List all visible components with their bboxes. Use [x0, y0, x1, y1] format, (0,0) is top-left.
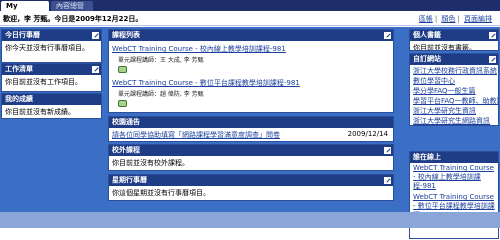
- chat-icon[interactable]: [118, 66, 127, 73]
- course-item: WebCT Training Course - 校內線上教學培訓課程-981 單…: [112, 44, 390, 75]
- panel-todo: 工作清單 你目前並沒有工作項目。: [1, 63, 102, 92]
- link-item[interactable]: 數位學習中心: [413, 76, 495, 86]
- edit-icon[interactable]: [383, 31, 392, 40]
- edit-icon[interactable]: [488, 55, 497, 64]
- panel-today-title: 今日行事曆: [2, 30, 101, 41]
- link-page-layout[interactable]: 頁面編排: [464, 15, 492, 23]
- news-date: 2009/12/14: [347, 130, 388, 138]
- user-greeting: 歡迎，李 芳甄。今日是2009年12月22日。: [3, 15, 143, 23]
- week-message: 你這個星期並沒有行事曆項目。: [112, 189, 210, 197]
- main-area: 今日行事曆 你今天並沒有行事曆項目。 工作清單 你目前並沒有工作項目。 我的成績…: [0, 27, 500, 239]
- link-color[interactable]: 顏色: [441, 15, 455, 23]
- top-tab-bar: My WebCT 內容總管: [0, 0, 500, 20]
- footer-band: [0, 212, 500, 228]
- page-header: 歡迎，李 芳甄。今日是2009年12月22日。 區帳 | 顏色 | 頁面編排: [0, 11, 500, 26]
- link-item[interactable]: 學習平台FAQ一教師、助教篇: [413, 96, 498, 106]
- link-item[interactable]: 浙江大學研究生資訊: [413, 106, 495, 116]
- panel-todo-title: 工作清單: [2, 64, 101, 75]
- tab-content-manager[interactable]: 內容總管: [51, 1, 93, 11]
- panel-external-courses: 校外課程 你目前並沒有校外課程。: [108, 144, 394, 171]
- panel-course-list: 課程列表 WebCT Training Course - 校內線上教學培訓課程-…: [108, 29, 394, 113]
- edit-icon[interactable]: [488, 31, 497, 40]
- panel-week-title: 星期行事曆: [109, 175, 393, 186]
- tab-my-webct[interactable]: My WebCT: [1, 1, 49, 20]
- panel-grades-title: 我的成績: [2, 94, 101, 105]
- course-link[interactable]: WebCT Training Course - 校內線上教學培訓課程-981: [112, 44, 390, 54]
- news-link[interactable]: 請各位同學協助填寫「網路課程學習滿意度調查」問卷: [112, 131, 280, 139]
- bookmarks-message: 你目前並沒有書籤。: [413, 44, 476, 51]
- panel-external-title: 校外課程: [109, 145, 393, 156]
- panel-today-calendar: 今日行事曆 你今天並沒有行事曆項目。: [1, 29, 102, 63]
- edit-icon[interactable]: [91, 65, 100, 74]
- online-item[interactable]: WebCT Training Course - 校內線上教學培訓課程-981: [413, 164, 495, 191]
- panel-bookmarks-title: 個人書籤: [410, 30, 498, 41]
- panel-course-title: 課程列表: [109, 30, 393, 41]
- edit-icon[interactable]: [91, 31, 100, 40]
- panel-week-calendar: 星期行事曆 你這個星期並沒有行事曆項目。: [108, 174, 394, 201]
- course-link[interactable]: WebCT Training Course - 數位平台課程教學培訓課程-981: [112, 78, 390, 88]
- course-item: WebCT Training Course - 數位平台課程教學培訓課程-981…: [112, 78, 390, 109]
- grades-message: 你目前並沒有新成績。: [5, 108, 75, 116]
- today-message: 你今天並沒有行事曆項目。: [5, 44, 89, 52]
- chat-icon[interactable]: [118, 100, 127, 107]
- edit-icon[interactable]: [383, 176, 392, 185]
- news-item: 請各位同學協助填寫「網路課程學習滿意度調查」問卷 2009/12/14: [112, 130, 390, 140]
- panel-links-title: 自訂網站: [410, 54, 498, 65]
- link-item[interactable]: 學分學FAQ一般生篇: [413, 86, 495, 96]
- header-links: 區帳 | 顏色 | 頁面編排: [418, 15, 492, 23]
- panel-custom-links: 自訂網站 浙江大學校務行政資訊系統 數位學習中心 學分學FAQ一般生篇 學習平台…: [409, 53, 499, 126]
- panel-campus-news: 校園通告 請各位同學協助填寫「網路課程學習滿意度調查」問卷 2009/12/14: [108, 116, 394, 142]
- panel-online-title: 誰在線上: [410, 152, 498, 163]
- link-item[interactable]: 浙江大學研究生網路資訊: [413, 116, 495, 125]
- todo-message: 你目前並沒有工作項目。: [5, 78, 82, 86]
- external-message: 你目前並沒有校外課程。: [112, 159, 189, 167]
- edit-icon[interactable]: [383, 146, 392, 155]
- panel-news-title: 校園通告: [109, 117, 393, 128]
- panel-grades: 我的成績 你目前並沒有新成績。: [1, 93, 102, 119]
- course-instructor: 單元課程講師：趙 偉防, 李 芳甄: [118, 91, 204, 98]
- course-instructor: 單元課程講師：王 大成, 李 芳甄: [118, 57, 204, 64]
- panel-bookmarks: 個人書籤 你目前並沒有書籤。: [409, 29, 499, 51]
- link-item[interactable]: 浙江大學校務行政資訊系統: [413, 66, 497, 76]
- links-list: 浙江大學校務行政資訊系統 數位學習中心 學分學FAQ一般生篇 學習平台FAQ一教…: [410, 65, 498, 125]
- link-account[interactable]: 區帳: [419, 15, 433, 23]
